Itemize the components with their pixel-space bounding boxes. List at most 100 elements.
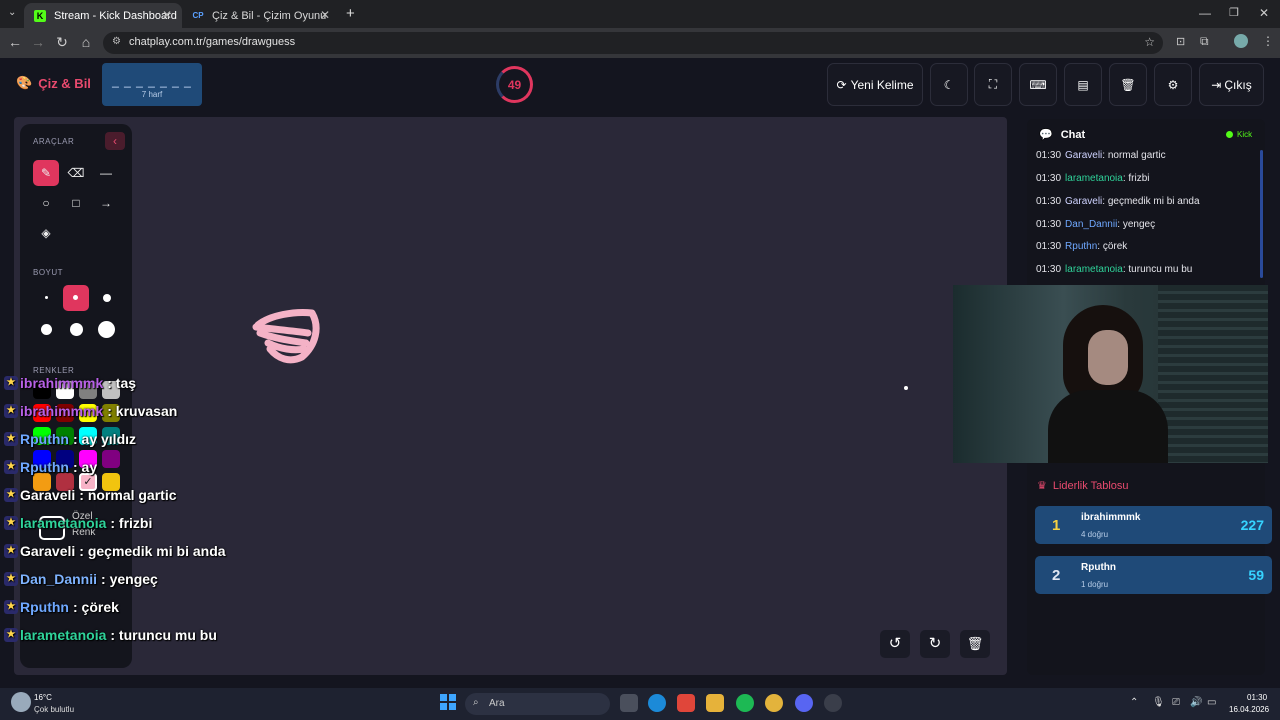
archive-button[interactable]: ▤ [1064,63,1102,106]
moon-icon: ☾ [943,77,955,92]
size-1-button[interactable] [45,296,48,299]
chat-scrollbar[interactable] [1260,150,1263,278]
overlay-chat-line: ★ larametanoia: frizbi [4,512,152,534]
exit-button[interactable]: ⇥ Çıkış [1199,63,1264,106]
microphone-icon[interactable]: 🎙 [1152,697,1165,708]
back-icon[interactable]: ← [5,34,25,50]
palette-icon: 🎨 [16,75,33,90]
platform-label: Kick [1237,130,1253,139]
spotify-icon[interactable] [736,694,754,712]
tab-drawguess[interactable]: CP Çiz & Bil - Çizim Oyunu ✕ [182,3,340,28]
windows-start-icon[interactable] [440,694,456,710]
size-6-button[interactable] [98,321,115,338]
correct-count: 1 doğru [1081,580,1109,589]
rectangle-tool-button[interactable]: □ [63,190,89,216]
star-badge-icon: ★ [4,404,18,418]
volume-icon[interactable]: 🔊 [1190,697,1202,708]
tab-label: Stream - Kick Dashboard [54,9,177,22]
chat-username: larametanoia [1065,173,1123,184]
exit-label: Çıkış [1224,77,1252,92]
tray-chevron-icon[interactable]: ⌃ [1130,697,1138,708]
task-view-icon[interactable] [620,694,638,712]
rank: 1 [1052,517,1061,534]
overlay-username: larametanoia [20,515,107,531]
chat-text: : turuncu mu bu [1122,264,1193,275]
circle-icon: ○ [42,196,50,210]
collapse-panel-button[interactable]: ‹ [105,132,125,150]
app-icon[interactable] [824,694,842,712]
overlay-chat-line: ★ Rputhn: çörek [4,596,119,618]
chat-message: 01:30 Dan_Dannii: yengeç [1036,219,1155,230]
color-swatch[interactable] [102,450,120,468]
circle-tool-button[interactable]: ○ [33,190,59,216]
windows-taskbar [0,688,1280,720]
theme-toggle-button[interactable]: ☾ [930,63,968,106]
line-tool-button[interactable]: — [93,160,119,186]
minimize-icon[interactable]: — [1199,6,1211,20]
size-5-button[interactable] [70,323,83,336]
size-2-button[interactable] [63,285,89,311]
new-word-button[interactable]: ⟳ Yeni Kelime [827,63,923,106]
overlay-username: Rputhn [20,431,69,447]
fill-tool-button[interactable]: ◈ [33,220,59,246]
search-icon: ⌕ [473,697,479,708]
file-explorer-icon[interactable] [706,694,724,712]
forward-icon[interactable]: → [28,34,48,50]
fullscreen-button[interactable]: ⛶ [974,63,1012,106]
extension-icon[interactable]: ⊡ [1176,35,1185,48]
keyboard-button[interactable]: ⌨ [1019,63,1057,106]
overlay-message: : çörek [72,599,119,615]
paint-bucket-icon: ◈ [41,226,51,240]
reload-icon[interactable]: ↻ [52,34,72,51]
chat-time: 01:30 [1036,264,1062,275]
close-tab-icon[interactable]: ✕ [320,8,330,22]
browser-tab-bar: ⌄ K Stream - Kick Dashboard ✕ CP Çiz & B… [0,0,1280,28]
taskbar-search[interactable]: ⌕ Ara [465,693,610,715]
undo-button[interactable]: ↺ [880,630,910,658]
clock-date[interactable]: 16.04.2026 [1229,705,1269,714]
chrome-icon[interactable] [765,694,783,712]
size-4-button[interactable] [41,324,52,335]
discord-icon[interactable] [795,694,813,712]
delete-button[interactable]: 🗑 [1109,63,1147,106]
close-tab-icon[interactable]: ✕ [162,8,172,22]
overlay-username: Dan_Dannii [20,571,98,587]
pocket-icon[interactable] [677,694,695,712]
chat-message: 01:30 Rputhn: çörek [1036,241,1127,252]
tab-kick-dashboard[interactable]: K Stream - Kick Dashboard ✕ [24,3,182,28]
settings-button[interactable]: ⚙ [1154,63,1192,106]
site-info-icon[interactable]: ⚙ [112,36,121,47]
arrow-tool-button[interactable]: → [93,190,119,216]
restore-icon[interactable]: ❐ [1229,6,1239,19]
overlay-message: : frizbi [110,515,153,531]
close-window-icon[interactable]: ✕ [1259,6,1269,20]
webcam-feed [953,285,1268,463]
size-3-button[interactable] [103,294,111,302]
eraser-tool-button[interactable]: ⌫ [63,160,89,186]
edge-icon[interactable] [648,694,666,712]
clock-time[interactable]: 01:30 [1247,693,1267,702]
battery-icon[interactable]: ▭ [1207,697,1216,708]
cursor-dot [904,386,908,390]
extensions-puzzle-icon[interactable]: ⧉ [1200,34,1209,49]
redo-button[interactable]: ↻ [920,630,950,658]
new-tab-icon[interactable]: + [346,5,355,22]
overlay-message: : geçmedik mi bi anda [79,543,226,559]
tab-list-icon[interactable]: ⌄ [8,7,16,18]
clear-canvas-button[interactable]: 🗑 [960,630,990,658]
profile-avatar[interactable] [1234,34,1248,48]
bookmark-star-icon[interactable]: ☆ [1144,35,1155,49]
pink-drawing-stroke [252,309,320,364]
network-icon[interactable]: ⎚ [1172,697,1180,708]
browser-menu-icon[interactable]: ⋮ [1262,34,1274,48]
overlay-message: : ay yıldız [72,431,137,447]
eraser-icon: ⌫ [67,166,85,180]
star-badge-icon: ★ [4,628,18,642]
drawing-canvas[interactable] [14,117,1007,675]
url-input[interactable]: ⚙ chatplay.com.tr/games/drawguess ☆ [103,32,1163,54]
pen-tool-button[interactable]: ✎ [33,160,59,186]
overlay-chat-line: ★ Dan_Dannii: yengeç [4,568,158,590]
overlay-username: Rputhn [20,459,69,475]
archive-icon: ▤ [1077,77,1089,92]
home-icon[interactable]: ⌂ [76,34,96,50]
